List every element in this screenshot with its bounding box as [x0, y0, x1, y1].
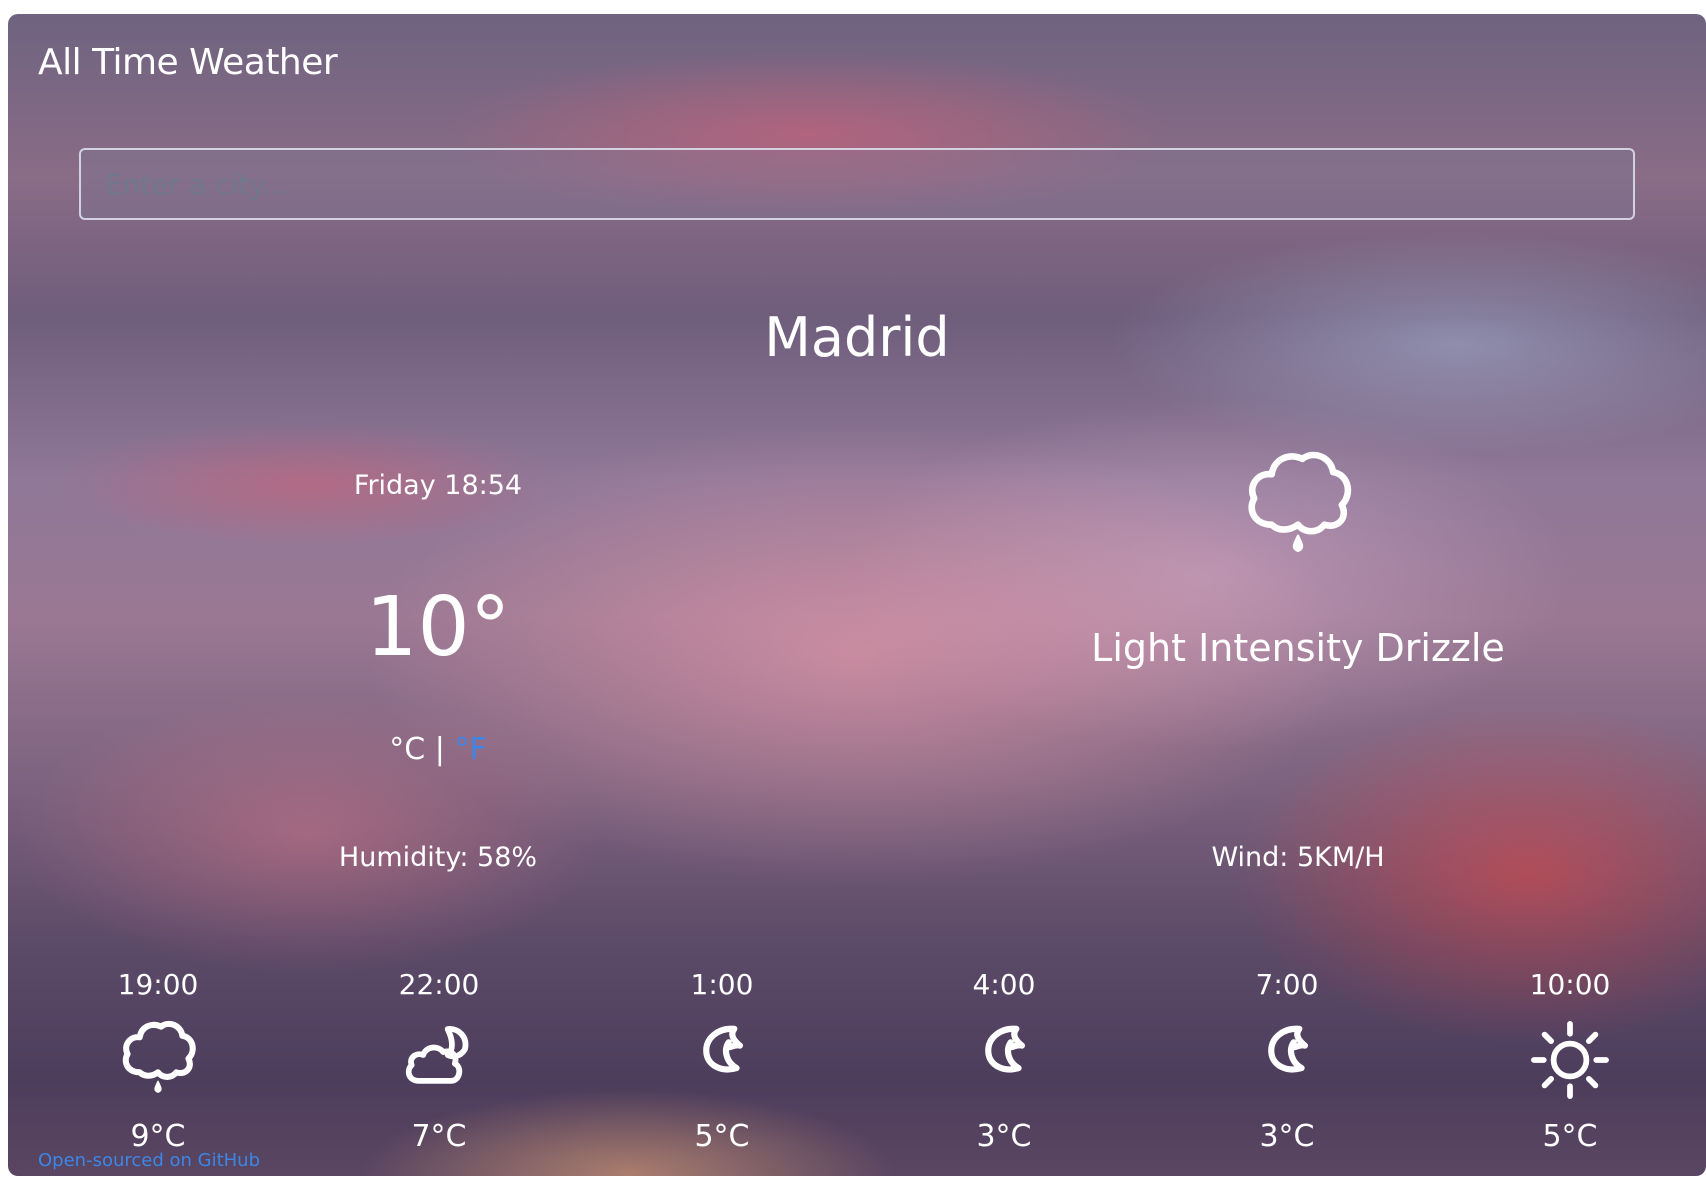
forecast-temperature: 9°C [130, 1119, 186, 1154]
forecast-time: 4:00 [972, 968, 1036, 1001]
sun-icon [1480, 1019, 1660, 1109]
forecast-temperature: 3°C [976, 1119, 1032, 1154]
current-temperature: 10° [365, 580, 511, 675]
forecast-time: 22:00 [398, 968, 480, 1001]
forecast-temperature: 3°C [1259, 1119, 1315, 1154]
app-title: All Time Weather [38, 42, 338, 83]
moon-icon [914, 1019, 1094, 1109]
weather-card: All Time Weather Madrid Friday 18:54 10°… [8, 14, 1706, 1176]
forecast-time: 19:00 [117, 968, 199, 1001]
moon-icon [632, 1019, 812, 1109]
wind-speed: Wind: 5KM/H [1211, 842, 1385, 873]
humidity: Humidity: 58% [338, 842, 538, 873]
forecast-time: 10:00 [1529, 968, 1611, 1001]
unit-toggle: °C | °F [298, 732, 578, 767]
cloud-moon-icon [349, 1019, 529, 1109]
forecast-item: 7:00 3°C [1197, 968, 1377, 1154]
date-time: Friday 18:54 [353, 470, 523, 501]
drizzle-icon [68, 1019, 248, 1109]
celsius-link[interactable]: °C [389, 732, 425, 767]
forecast-time: 7:00 [1255, 968, 1319, 1001]
forecast-item: 19:00 9°C [68, 968, 248, 1154]
forecast-temperature: 5°C [694, 1119, 750, 1154]
forecast-item: 22:00 7°C [349, 968, 529, 1154]
weather-description: Light Intensity Drizzle [1091, 626, 1505, 670]
forecast-temperature: 7°C [411, 1119, 467, 1154]
forecast-item: 10:00 5°C [1480, 968, 1660, 1154]
drizzle-icon [1058, 448, 1538, 568]
forecast-item: 4:00 3°C [914, 968, 1094, 1154]
unit-separator: | [434, 732, 445, 767]
city-name: Madrid [764, 306, 950, 369]
forecast-temperature: 5°C [1542, 1119, 1598, 1154]
github-link[interactable]: Open-sourced on GitHub [38, 1150, 260, 1171]
forecast-item: 1:00 5°C [632, 968, 812, 1154]
forecast-time: 1:00 [690, 968, 754, 1001]
city-search-input[interactable] [79, 148, 1635, 220]
fahrenheit-link[interactable]: °F [454, 732, 486, 767]
moon-icon [1197, 1019, 1377, 1109]
